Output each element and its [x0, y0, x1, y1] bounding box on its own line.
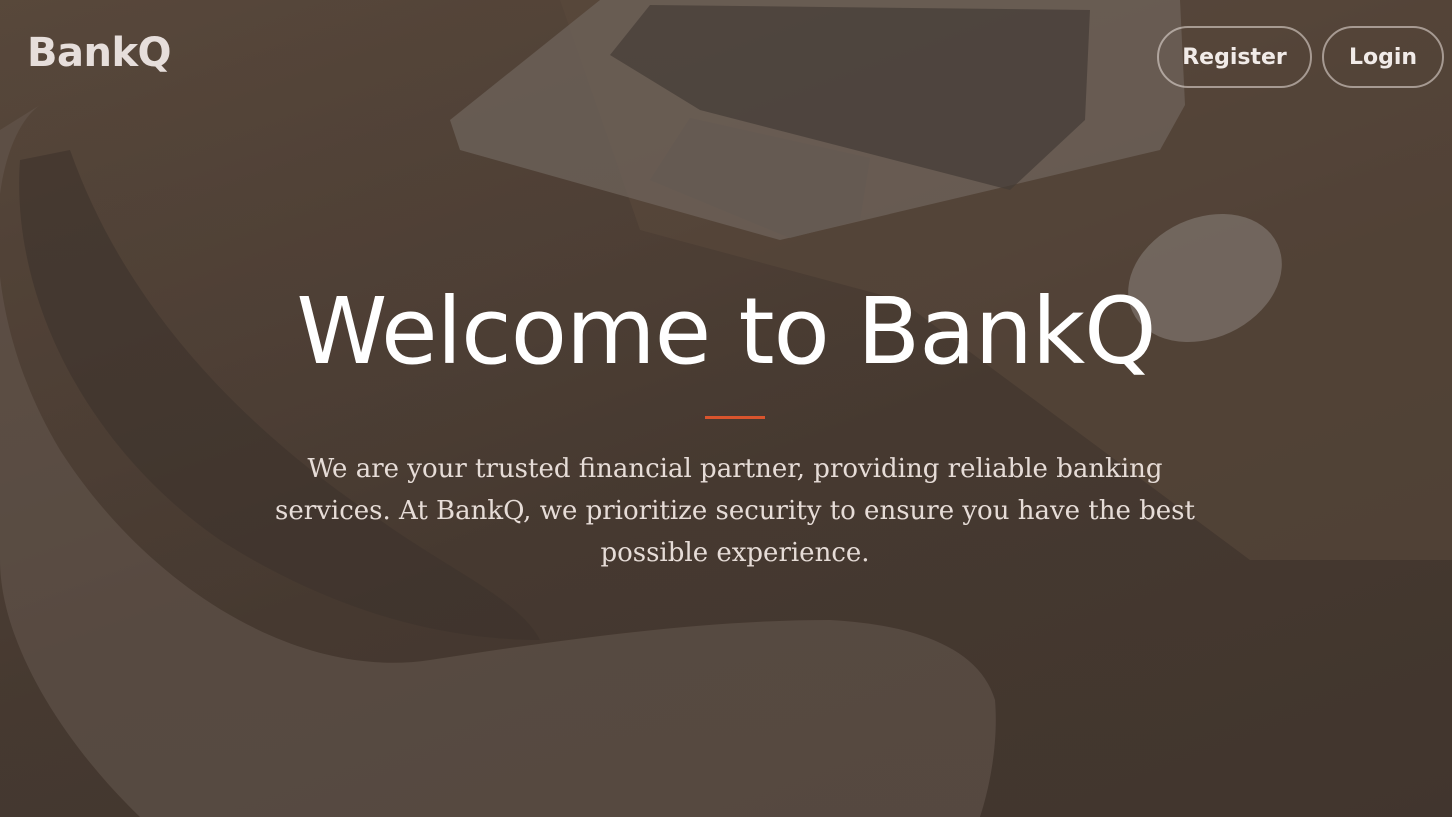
register-button[interactable]: Register: [1157, 26, 1312, 88]
top-nav: Register Login: [1157, 26, 1444, 88]
background-overlay: [0, 0, 1452, 817]
landing-page: BankQ Register Login Welcome to BankQ We…: [0, 0, 1452, 817]
login-button[interactable]: Login: [1322, 26, 1444, 88]
hero-description: We are your trusted financial partner, p…: [275, 454, 1195, 568]
brand-logo[interactable]: BankQ: [27, 30, 172, 76]
hero-title: Welcome to BankQ: [296, 278, 1156, 385]
hero-divider: [705, 416, 765, 419]
